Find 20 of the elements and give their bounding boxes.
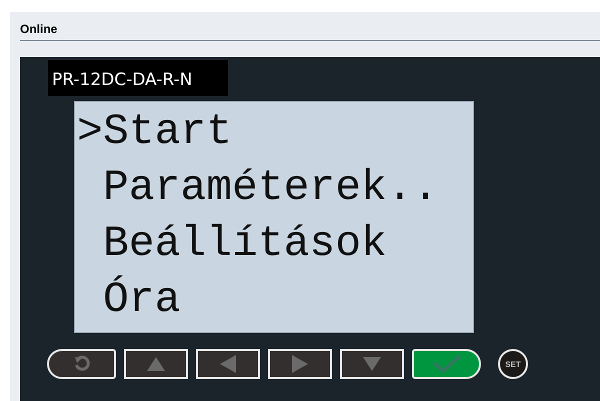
panel-title: Online xyxy=(20,21,58,36)
menu-item[interactable]: Paraméterek.. xyxy=(103,160,438,216)
menu-cursor: > xyxy=(77,106,103,158)
model-label: PR-12DC-DA-R-N xyxy=(48,60,228,96)
down-triangle-icon xyxy=(362,356,382,372)
set-button[interactable]: SET xyxy=(498,349,528,379)
ok-button[interactable] xyxy=(412,349,481,379)
left-triangle-icon xyxy=(219,354,237,374)
undo-icon xyxy=(72,355,90,373)
menu-item[interactable]: Beállítások xyxy=(103,216,387,272)
up-button[interactable] xyxy=(124,349,188,379)
down-button[interactable] xyxy=(340,349,404,379)
right-triangle-icon xyxy=(291,354,309,374)
menu-item[interactable]: Start xyxy=(103,104,232,160)
right-button[interactable] xyxy=(268,349,332,379)
up-triangle-icon xyxy=(146,356,166,372)
menu-item[interactable]: Óra xyxy=(103,272,180,328)
left-button[interactable] xyxy=(196,349,260,379)
checkmark-icon xyxy=(432,354,462,374)
back-button[interactable] xyxy=(47,349,116,379)
